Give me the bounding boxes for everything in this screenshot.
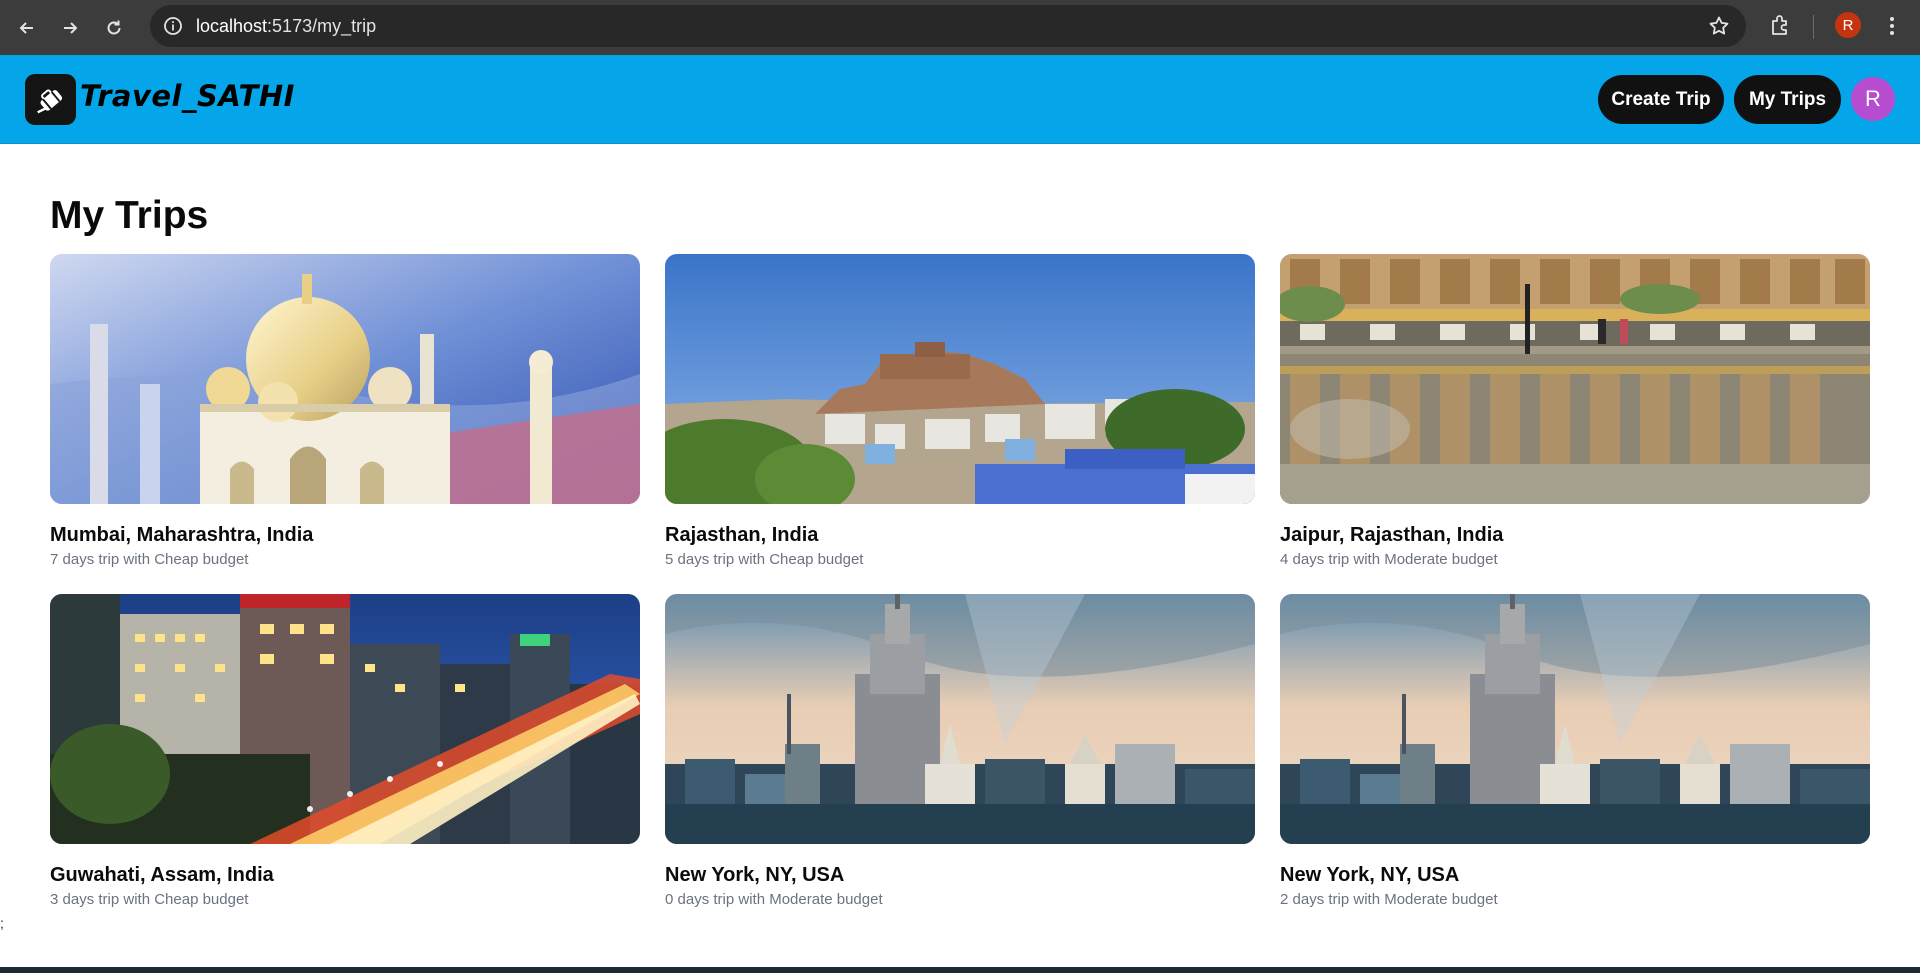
url-text[interactable]: localhost:5173/my_trip [196, 16, 376, 37]
trip-card[interactable]: Jaipur, Rajasthan, India 4 days trip wit… [1280, 254, 1870, 589]
brand-name[interactable]: Travel_SATHI [80, 79, 295, 113]
page-title: My Trips [50, 194, 209, 237]
my-trips-button[interactable]: My Trips [1734, 75, 1841, 124]
arrow-right-icon [64, 21, 78, 34]
forward-button[interactable] [52, 10, 88, 46]
address-bar[interactable]: localhost:5173/my_trip [150, 5, 1746, 47]
browser-menu-icon[interactable] [1885, 12, 1899, 40]
url-path: :5173/my_trip [267, 15, 377, 36]
trip-image-nyc-skyline[interactable] [665, 594, 1255, 844]
trip-summary: 5 days trip with Cheap budget [665, 551, 864, 568]
trip-card[interactable]: Mumbai, Maharashtra, India 7 days trip w… [50, 254, 640, 589]
app-header: Travel_SATHI Create Trip My Trips R [0, 55, 1920, 144]
trip-image-nyc-skyline[interactable] [1280, 594, 1870, 844]
arrow-left-icon [19, 21, 33, 34]
trip-image-jaipur-reflection[interactable] [1280, 254, 1870, 504]
bookmark-star-icon[interactable] [1708, 15, 1730, 37]
trip-card[interactable]: Rajasthan, India 5 days trip with Cheap … [665, 254, 1255, 589]
trip-summary: 3 days trip with Cheap budget [50, 891, 249, 908]
stray-text: ; [0, 915, 4, 931]
extensions-icon[interactable] [1768, 12, 1794, 38]
trip-destination: Rajasthan, India [665, 524, 819, 546]
trip-destination: Guwahati, Assam, India [50, 864, 274, 886]
browser-profile-button[interactable]: R [1835, 12, 1861, 38]
trip-card[interactable]: Guwahati, Assam, India 3 days trip with … [50, 594, 640, 929]
trip-summary: 0 days trip with Moderate budget [665, 891, 883, 908]
trip-summary: 4 days trip with Moderate budget [1280, 551, 1498, 568]
trip-destination: New York, NY, USA [1280, 864, 1460, 886]
trip-destination: Mumbai, Maharashtra, India [50, 524, 314, 546]
trip-destination: New York, NY, USA [665, 864, 845, 886]
site-info-icon[interactable] [162, 15, 184, 37]
trip-destination: Jaipur, Rajasthan, India [1280, 524, 1504, 546]
page-footer-strip [0, 967, 1920, 973]
trip-image-guwahati-night[interactable] [50, 594, 640, 844]
trip-card[interactable]: New York, NY, USA 2 days trip with Moder… [1280, 594, 1870, 929]
trip-image-taj-mahal[interactable] [50, 254, 640, 504]
reload-button[interactable] [96, 10, 132, 46]
trip-summary: 2 days trip with Moderate budget [1280, 891, 1498, 908]
create-trip-button[interactable]: Create Trip [1598, 75, 1724, 124]
toolbar-divider [1813, 15, 1814, 39]
trip-summary: 7 days trip with Cheap budget [50, 551, 249, 568]
browser-toolbar: localhost:5173/my_trip R [0, 0, 1920, 55]
reload-icon [107, 20, 121, 34]
trip-image-rajasthan-fort[interactable] [665, 254, 1255, 504]
luggage-logo-icon[interactable] [25, 74, 76, 125]
user-avatar[interactable]: R [1851, 77, 1895, 121]
back-button[interactable] [9, 10, 45, 46]
url-host: localhost [196, 15, 268, 36]
trip-card[interactable]: New York, NY, USA 0 days trip with Moder… [665, 594, 1255, 929]
